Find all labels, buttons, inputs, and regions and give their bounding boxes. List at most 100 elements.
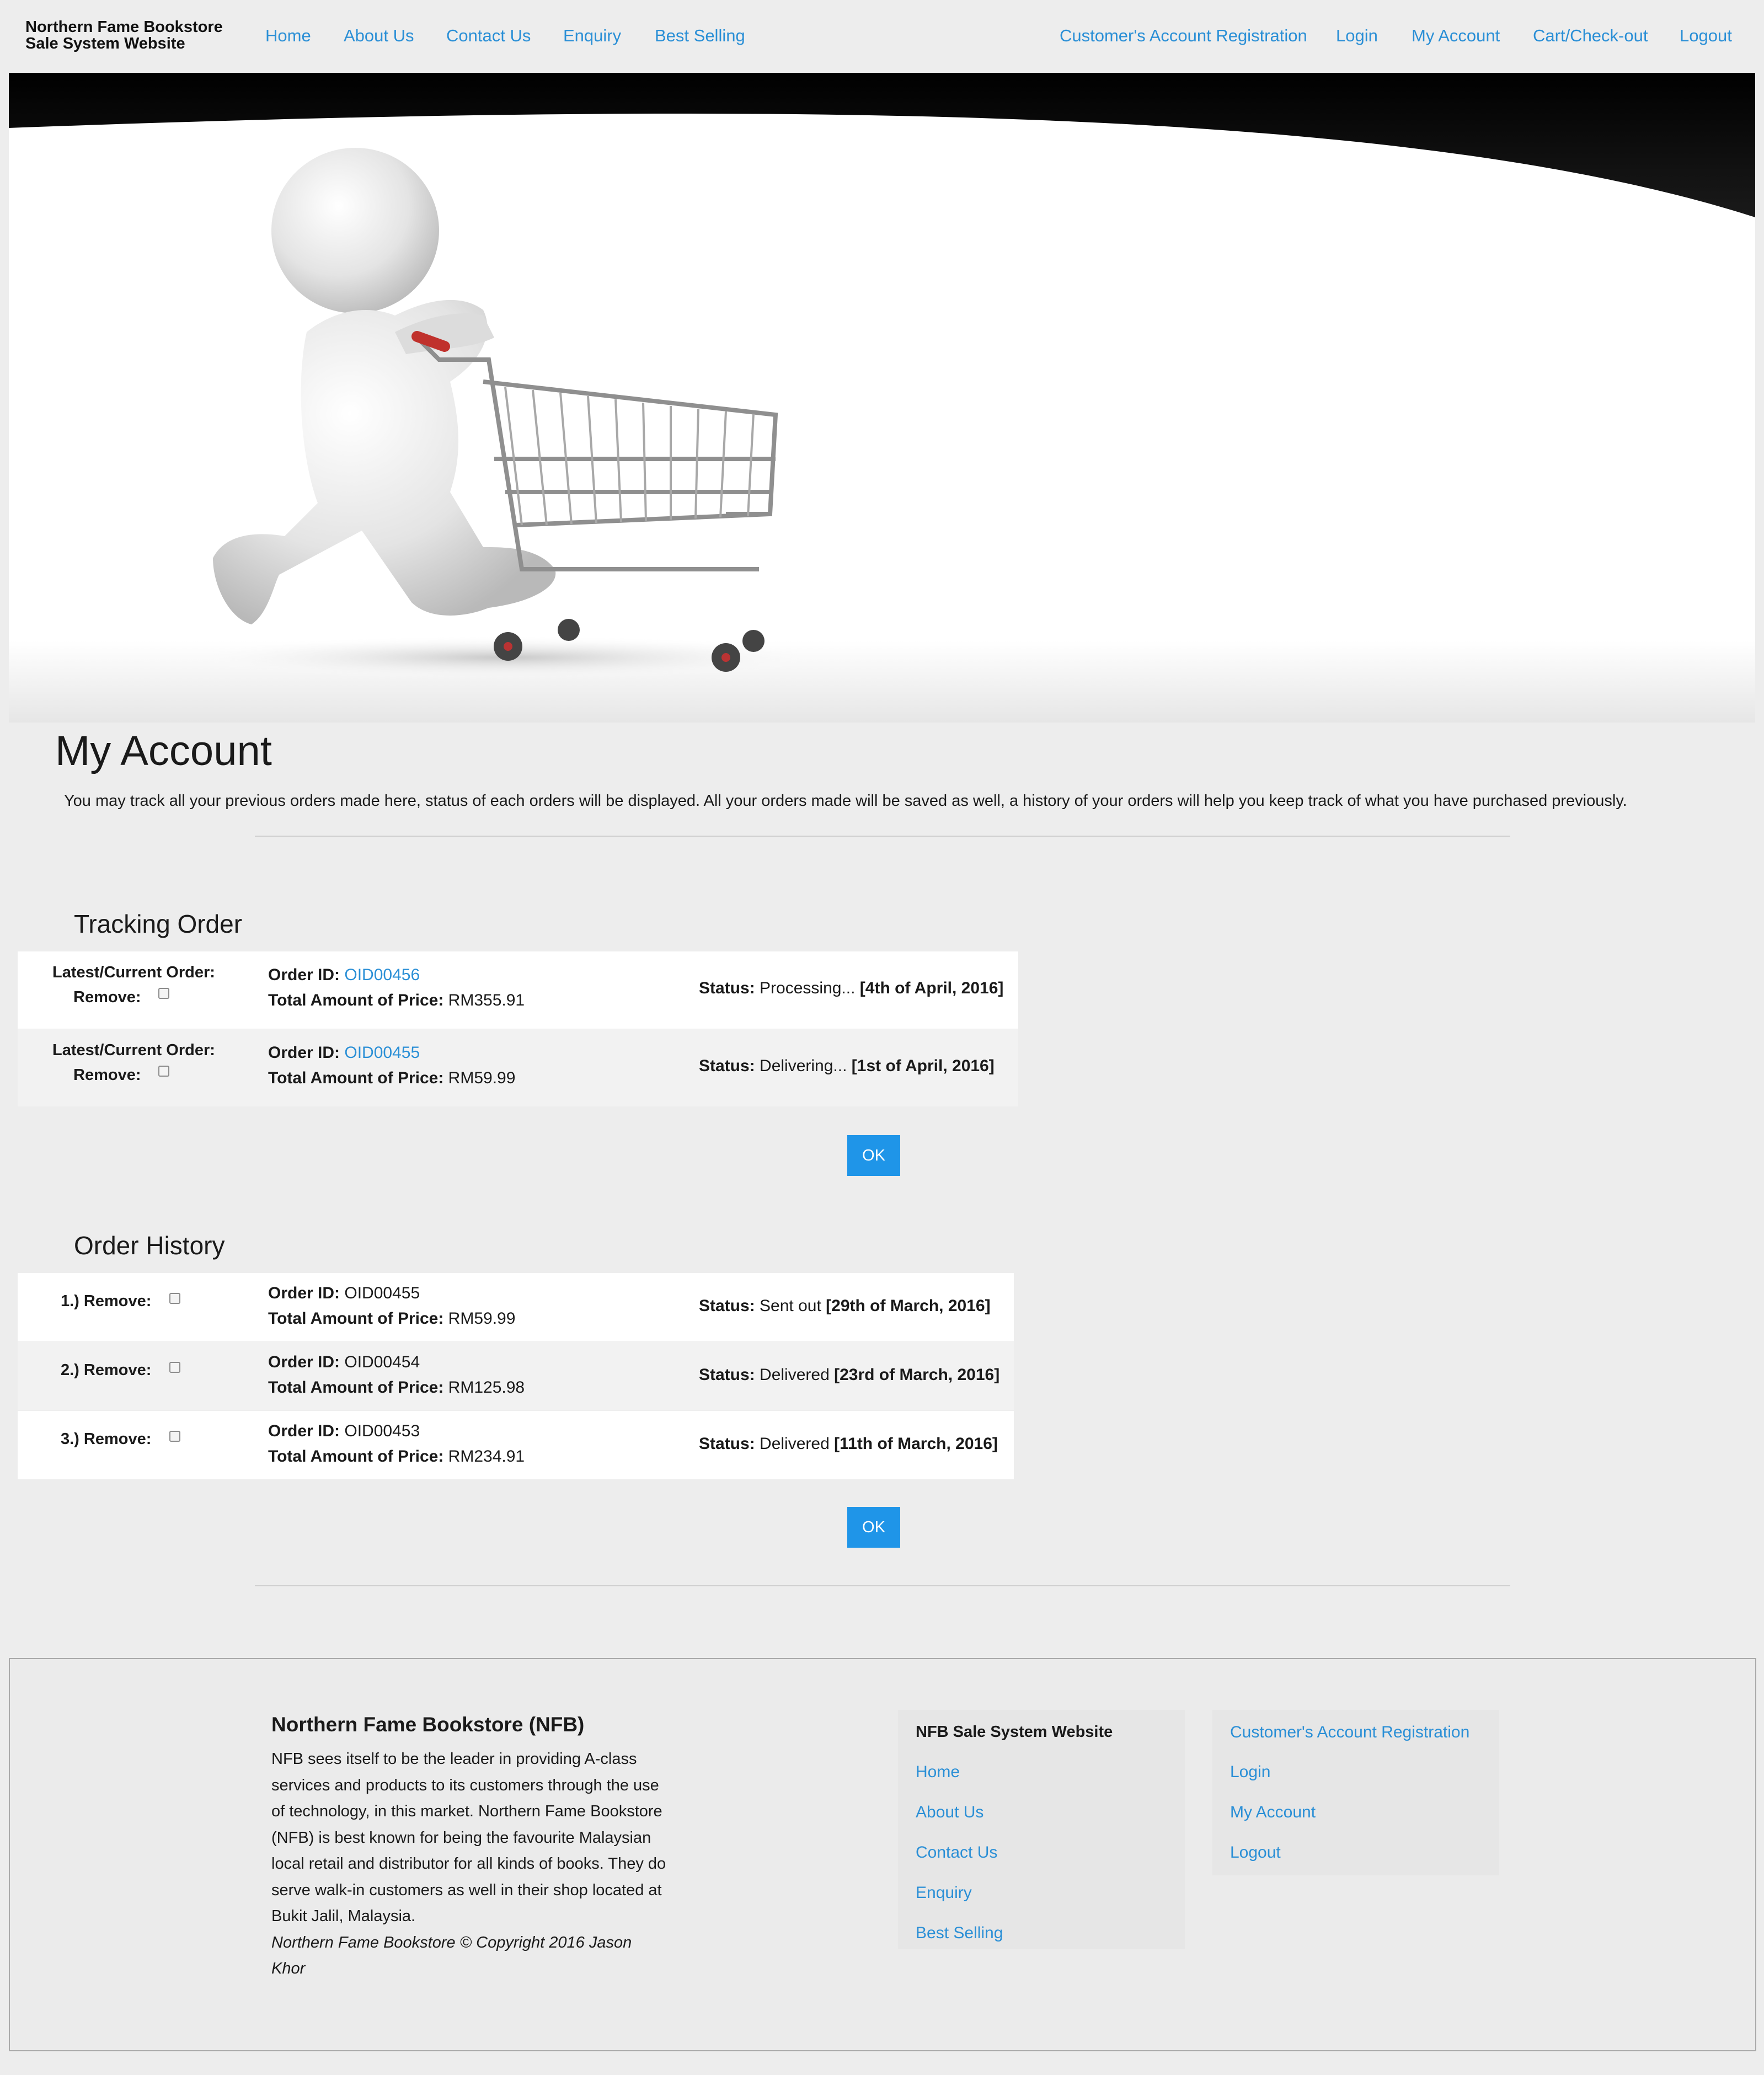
status-line: Status: Delivering... [1st of April, 201…	[699, 1057, 995, 1076]
order-history-heading: Order History	[74, 1231, 225, 1260]
top-navbar: Northern Fame Bookstore Sale System Webs…	[0, 0, 1764, 73]
total-amount-value: RM59.99	[448, 1069, 516, 1087]
status-label: Status:	[699, 1366, 755, 1384]
history-remove-checkbox[interactable]	[169, 1362, 180, 1373]
order-id-value: OID00453	[344, 1422, 420, 1440]
order-id-link[interactable]: OID00455	[344, 1044, 420, 1062]
total-amount-value: RM59.99	[448, 1309, 516, 1328]
order-id-label: Order ID:	[268, 1353, 340, 1371]
footer-best-selling-link[interactable]: Best Selling	[916, 1924, 1003, 1943]
nav-registration-link[interactable]: Customer's Account Registration	[1060, 26, 1307, 46]
footer-body-text: NFB sees itself to be the leader in prov…	[271, 1750, 666, 1925]
order-id-label: Order ID:	[268, 966, 340, 984]
history-row: 1.) Remove: Order ID: OID00455 Total Amo…	[18, 1273, 1014, 1341]
nav-best-selling-link[interactable]: Best Selling	[655, 26, 745, 46]
order-id-link[interactable]: OID00456	[344, 966, 420, 984]
total-amount-label: Total Amount of Price:	[268, 1447, 444, 1466]
footer-registration-link[interactable]: Customer's Account Registration	[1230, 1723, 1469, 1742]
status-label: Status:	[699, 1435, 755, 1453]
nav-enquiry-link[interactable]: Enquiry	[563, 26, 621, 46]
brand-logo-text[interactable]: Northern Fame Bookstore Sale System Webs…	[25, 19, 223, 52]
total-amount-line: Total Amount of Price: RM234.91	[268, 1447, 525, 1466]
footer-about-link[interactable]: About Us	[916, 1803, 983, 1822]
nav-about-link[interactable]: About Us	[344, 26, 414, 46]
status-value: Delivered	[760, 1366, 830, 1384]
page-title: My Account	[55, 728, 272, 774]
history-row: 3.) Remove: Order ID: OID00453 Total Amo…	[18, 1411, 1014, 1479]
status-label: Status:	[699, 1057, 755, 1075]
status-line: Status: Delivered [11th of March, 2016]	[699, 1435, 998, 1453]
total-amount-line: Total Amount of Price: RM125.98	[268, 1378, 525, 1397]
divider	[255, 836, 1510, 837]
footer-logout-link[interactable]: Logout	[1230, 1843, 1281, 1862]
total-amount-label: Total Amount of Price:	[268, 1309, 444, 1328]
tracking-ok-button[interactable]: OK	[847, 1135, 900, 1176]
order-id-line: Order ID: OID00455	[268, 1044, 420, 1062]
status-line: Status: Delivered [23rd of March, 2016]	[699, 1366, 999, 1384]
footer-links-title: NFB Sale System Website	[916, 1723, 1113, 1741]
hero-banner	[9, 73, 1755, 723]
status-date: [23rd of March, 2016]	[834, 1366, 1000, 1384]
remove-label: Remove:	[73, 1066, 141, 1084]
history-remove-checkbox[interactable]	[169, 1431, 180, 1442]
status-date: [29th of March, 2016]	[826, 1297, 991, 1315]
total-amount-line: Total Amount of Price: RM355.91	[268, 991, 525, 1010]
nav-contact-link[interactable]: Contact Us	[446, 26, 531, 46]
order-id-label: Order ID:	[268, 1044, 340, 1062]
nav-logout-link[interactable]: Logout	[1680, 26, 1732, 46]
footer-contact-link[interactable]: Contact Us	[916, 1843, 997, 1862]
total-amount-line: Total Amount of Price: RM59.99	[268, 1309, 515, 1328]
history-remove-label: 2.) Remove:	[61, 1361, 152, 1379]
shopping-cart-figure-illustration	[9, 73, 1755, 723]
status-date: [1st of April, 2016]	[851, 1057, 995, 1075]
history-ok-button[interactable]: OK	[847, 1507, 900, 1548]
order-id-label: Order ID:	[268, 1284, 340, 1302]
tracking-order-heading: Tracking Order	[74, 910, 243, 938]
status-line: Status: Sent out [29th of March, 2016]	[699, 1297, 991, 1315]
status-label: Status:	[699, 979, 755, 997]
history-row: 2.) Remove: Order ID: OID00454 Total Amo…	[18, 1342, 1014, 1410]
footer-my-account-link[interactable]: My Account	[1230, 1803, 1316, 1822]
footer-copyright: Northern Fame Bookstore © Copyright 2016…	[271, 1933, 632, 1978]
status-date: [4th of April, 2016]	[859, 979, 1004, 997]
status-line: Status: Processing... [4th of April, 201…	[699, 979, 1003, 998]
tracking-row: Latest/Current Order: Remove: Order ID: …	[18, 1029, 1018, 1106]
total-amount-value: RM355.91	[448, 991, 525, 1009]
order-id-line: Order ID: OID00456	[268, 966, 420, 985]
order-id-line: Order ID: OID00455	[268, 1284, 420, 1303]
total-amount-value: RM234.91	[448, 1447, 525, 1466]
history-remove-label: 1.) Remove:	[61, 1292, 152, 1310]
remove-checkbox[interactable]	[158, 988, 169, 999]
nav-login-link[interactable]: Login	[1336, 26, 1378, 46]
nav-cart-link[interactable]: Cart/Check-out	[1533, 26, 1648, 46]
order-id-line: Order ID: OID00453	[268, 1422, 420, 1441]
order-id-label: Order ID:	[268, 1422, 340, 1440]
total-amount-label: Total Amount of Price:	[268, 1378, 444, 1397]
nav-home-link[interactable]: Home	[265, 26, 311, 46]
remove-checkbox[interactable]	[158, 1066, 169, 1077]
total-amount-label: Total Amount of Price:	[268, 1069, 444, 1087]
status-value: Processing...	[760, 979, 856, 997]
latest-order-label: Latest/Current Order:	[52, 1041, 215, 1059]
status-value: Delivered	[760, 1435, 830, 1453]
footer-site-links-box: NFB Sale System Website Home About Us Co…	[898, 1710, 1185, 1949]
status-value: Sent out	[760, 1297, 821, 1315]
site-footer: Northern Fame Bookstore (NFB) NFB sees i…	[9, 1658, 1756, 2051]
total-amount-value: RM125.98	[448, 1378, 525, 1397]
brand-line-1: Northern Fame Bookstore	[25, 18, 223, 36]
footer-title: Northern Fame Bookstore (NFB)	[271, 1713, 585, 1736]
tracking-row: Latest/Current Order: Remove: Order ID: …	[18, 951, 1018, 1029]
status-value: Delivering...	[760, 1057, 847, 1075]
status-label: Status:	[699, 1297, 755, 1315]
nav-my-account-link[interactable]: My Account	[1412, 26, 1500, 46]
history-remove-checkbox[interactable]	[169, 1293, 180, 1304]
total-amount-line: Total Amount of Price: RM59.99	[268, 1069, 515, 1088]
footer-login-link[interactable]: Login	[1230, 1763, 1270, 1782]
status-date: [11th of March, 2016]	[834, 1435, 998, 1453]
total-amount-label: Total Amount of Price:	[268, 991, 444, 1009]
footer-home-link[interactable]: Home	[916, 1763, 960, 1782]
footer-description: NFB sees itself to be the leader in prov…	[271, 1746, 669, 1982]
footer-enquiry-link[interactable]: Enquiry	[916, 1884, 972, 1902]
brand-line-2: Sale System Website	[25, 35, 185, 52]
divider	[255, 1585, 1510, 1586]
